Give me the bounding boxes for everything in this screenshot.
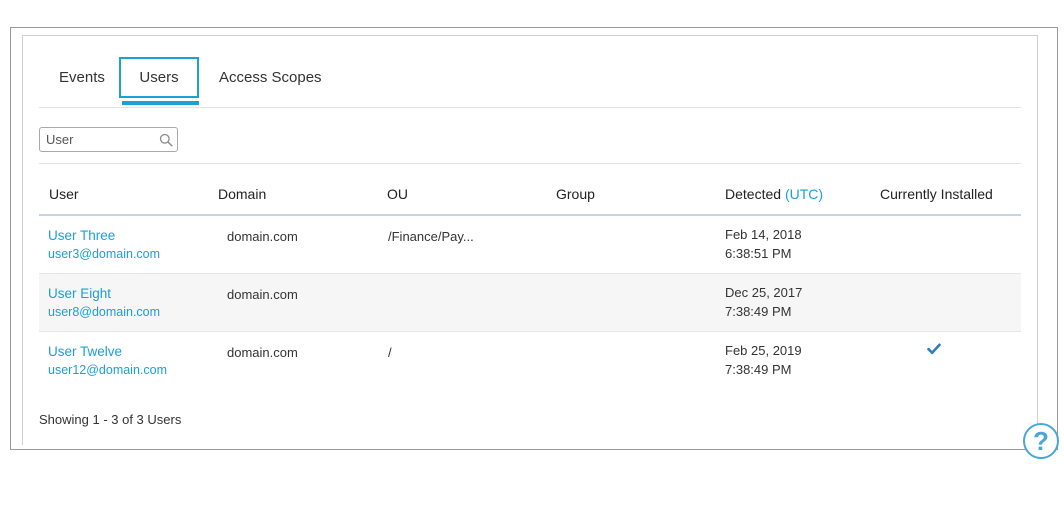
user-email-link[interactable]: user12@domain.com	[48, 363, 167, 377]
user-email-link[interactable]: user8@domain.com	[48, 305, 160, 319]
column-header-domain[interactable]: Domain	[218, 186, 266, 202]
user-search-box	[39, 127, 178, 152]
tab-bar: Events Users Access Scopes	[39, 57, 1021, 108]
user-name-link[interactable]: User Eight	[48, 286, 111, 301]
column-header-currently-installed[interactable]: Currently Installed	[880, 186, 993, 202]
search-icon[interactable]	[159, 133, 173, 147]
user-search-input[interactable]	[46, 130, 146, 149]
column-header-user[interactable]: User	[49, 186, 79, 202]
column-header-detected[interactable]: Detected (UTC)	[725, 186, 823, 202]
tab-events[interactable]: Events	[59, 57, 105, 99]
domain-cell: domain.com	[227, 229, 298, 244]
detected-date: Dec 25, 2017	[725, 285, 803, 300]
detected-label: Detected	[725, 186, 782, 202]
detected-time: 7:38:49 PM	[725, 362, 792, 377]
detected-time: 7:38:49 PM	[725, 304, 792, 319]
detected-time: 6:38:51 PM	[725, 246, 792, 261]
help-icon[interactable]: ?	[1023, 423, 1059, 459]
user-name-link[interactable]: User Three	[48, 228, 115, 243]
user-name-link[interactable]: User Twelve	[48, 344, 122, 359]
table-row: User Twelve user12@domain.com domain.com…	[39, 332, 1021, 389]
tab-users[interactable]: Users	[119, 57, 199, 98]
active-tab-indicator	[122, 101, 199, 105]
pagination-summary: Showing 1 - 3 of 3 Users	[39, 412, 182, 427]
checkmark-icon	[927, 343, 941, 355]
tab-access-scopes[interactable]: Access Scopes	[219, 57, 322, 99]
detected-date: Feb 25, 2019	[725, 343, 802, 358]
ou-cell: /	[388, 345, 392, 360]
column-header-group[interactable]: Group	[556, 186, 595, 202]
detected-date: Feb 14, 2018	[725, 227, 802, 242]
domain-cell: domain.com	[227, 345, 298, 360]
users-table: User Domain OU Group Detected (UTC) Curr…	[39, 164, 1021, 389]
utc-label: (UTC)	[784, 186, 824, 202]
domain-cell: domain.com	[227, 287, 298, 302]
table-header: User Domain OU Group Detected (UTC) Curr…	[39, 164, 1021, 216]
table-row: User Three user3@domain.com domain.com /…	[39, 216, 1021, 274]
column-header-ou[interactable]: OU	[387, 186, 408, 202]
table-row: User Eight user8@domain.com domain.com D…	[39, 274, 1021, 332]
user-email-link[interactable]: user3@domain.com	[48, 247, 160, 261]
ou-cell: /Finance/Pay...	[388, 229, 474, 244]
